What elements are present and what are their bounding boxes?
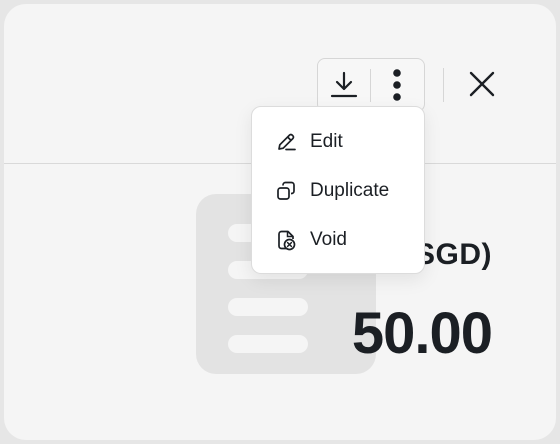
invoice-card: (SGD) 50.00 Edit Duplicate Void	[4, 4, 556, 440]
menu-item-label: Duplicate	[310, 180, 390, 201]
close-button[interactable]	[462, 62, 502, 106]
menu-item-label: Void	[310, 229, 347, 250]
more-vertical-icon	[393, 68, 401, 101]
menu-item-void[interactable]: Void	[252, 217, 424, 263]
download-icon	[330, 71, 358, 97]
menu-item-edit[interactable]: Edit	[252, 119, 424, 165]
invoice-amount: 50.00	[351, 301, 493, 366]
action-button-group	[317, 58, 425, 112]
more-options-button[interactable]	[371, 59, 423, 110]
download-button[interactable]	[318, 59, 370, 110]
copy-icon	[275, 180, 297, 202]
toolbar-divider	[443, 68, 444, 102]
more-options-menu: Edit Duplicate Void	[251, 106, 425, 274]
menu-item-label: Edit	[310, 131, 343, 152]
close-icon	[469, 71, 495, 97]
void-icon	[275, 229, 297, 251]
menu-item-duplicate[interactable]: Duplicate	[252, 168, 424, 214]
pencil-icon	[275, 131, 297, 153]
